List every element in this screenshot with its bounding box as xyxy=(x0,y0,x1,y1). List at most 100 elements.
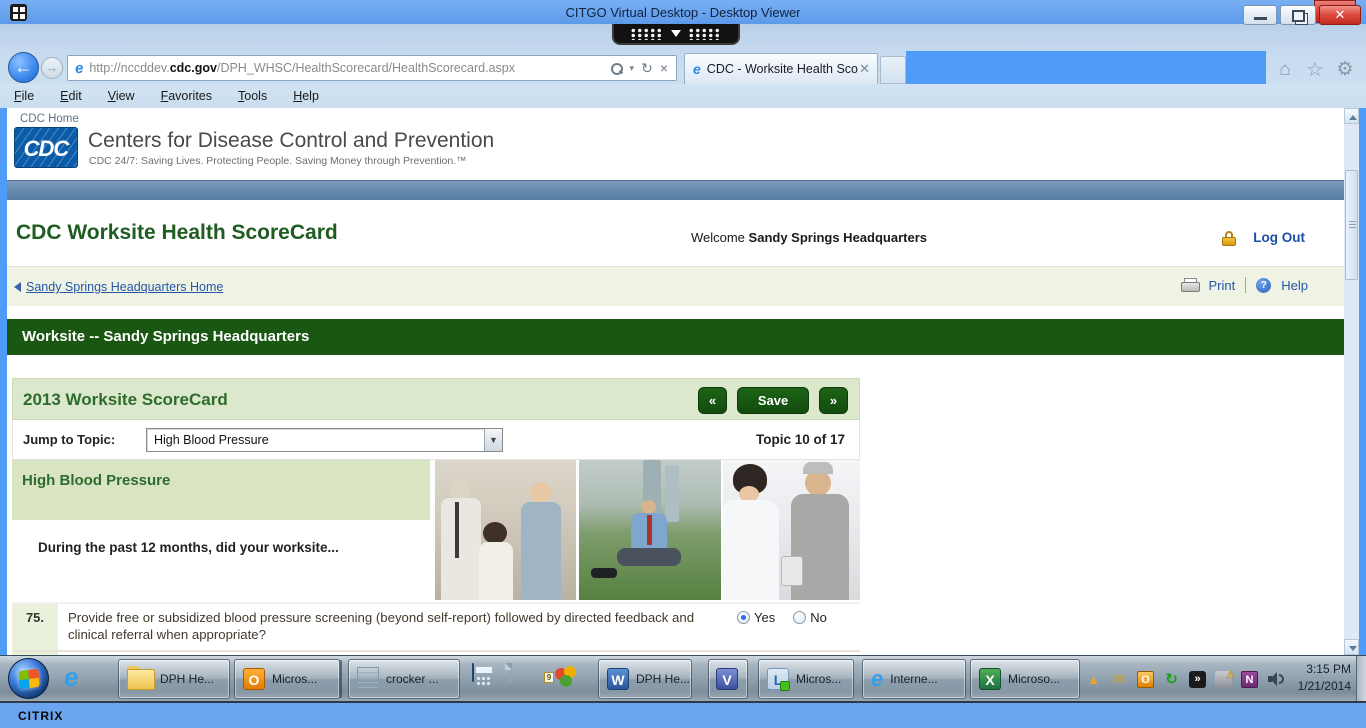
onenote-icon[interactable] xyxy=(1241,670,1258,688)
ie-launcher-icon[interactable]: e xyxy=(62,661,80,693)
photo-man-meditating xyxy=(579,460,721,600)
scrollbar-thumb[interactable] xyxy=(1345,170,1358,280)
taskbar-button-folder[interactable]: DPH He... xyxy=(118,659,230,699)
settings-gear-icon[interactable]: ⚙ xyxy=(1332,58,1358,82)
save-button[interactable]: Save xyxy=(737,387,809,414)
scroll-down-icon[interactable] xyxy=(1344,639,1359,655)
mail-icon[interactable] xyxy=(1111,671,1128,688)
windows-logo-icon xyxy=(18,668,40,690)
clock-time: 3:15 PM xyxy=(1306,662,1351,676)
warning-status-icon[interactable] xyxy=(1215,667,1235,688)
menu-file[interactable]: File xyxy=(14,89,34,103)
wireless-display-icon[interactable] xyxy=(1189,670,1206,688)
account-name: Sandy Springs Headquarters xyxy=(748,230,927,245)
document-icon[interactable] xyxy=(510,663,512,682)
help-icon[interactable] xyxy=(1256,277,1272,293)
show-hidden-icons-arrow[interactable] xyxy=(1085,671,1102,688)
sync-icon[interactable] xyxy=(1163,671,1180,688)
photo-nurse-elderly-man xyxy=(723,460,860,600)
search-icon[interactable] xyxy=(610,62,623,75)
question-answers: Yes No xyxy=(737,610,827,625)
visio-icon xyxy=(716,668,738,690)
header-divider-bar xyxy=(7,180,1344,200)
menu-edit[interactable]: Edit xyxy=(60,89,82,103)
taskbar-button-notepad[interactable]: crocker ... xyxy=(348,659,460,699)
topic-select-value: High Blood Pressure xyxy=(154,433,269,447)
breadcrumb[interactable]: Sandy Springs Headquarters Home xyxy=(14,280,223,294)
logout-link[interactable]: Log Out xyxy=(1253,230,1305,245)
app-window-icon xyxy=(10,4,27,21)
taskbar-button-visio[interactable] xyxy=(708,659,748,699)
back-button[interactable]: ← xyxy=(8,52,39,83)
refresh-icon[interactable]: ↻ xyxy=(641,60,653,77)
cdc-home-link[interactable]: CDC Home xyxy=(20,113,79,125)
ie-favicon: e xyxy=(74,59,85,77)
speaker-icon[interactable] xyxy=(1267,671,1284,688)
notepad-icon xyxy=(357,667,379,691)
tab-close-icon[interactable]: ✕ xyxy=(859,61,870,77)
taskbar-button-word[interactable]: DPH He... xyxy=(598,659,692,699)
address-bar[interactable]: e http://nccddev.cdc.gov/DPH_WHSC/Health… xyxy=(67,55,677,81)
ie-icon: e xyxy=(869,665,885,692)
tabstrip-background xyxy=(906,51,1266,84)
question-number: 75. xyxy=(12,604,58,650)
forward-button[interactable]: → xyxy=(41,57,63,79)
taskbar-button-lync[interactable]: Micros... xyxy=(758,659,854,699)
menu-bar: File Edit View Favorites Tools Help xyxy=(0,84,1366,108)
menu-view[interactable]: View xyxy=(108,89,135,103)
topic-select[interactable]: High Blood Pressure ▼ xyxy=(146,428,503,452)
browser-minimize-button[interactable] xyxy=(1243,5,1277,25)
citrix-logo: CITRIX xyxy=(18,709,64,723)
show-desktop-button[interactable] xyxy=(1356,656,1366,702)
welcome-row: Welcome Sandy Springs Headquarters Log O… xyxy=(7,230,1337,248)
print-help-group: Print Help xyxy=(1180,277,1308,293)
browser-close-button[interactable]: ✕ xyxy=(1319,5,1361,25)
printer-icon[interactable] xyxy=(1180,277,1200,293)
taskbar-button-outlook[interactable]: Micros... xyxy=(234,659,340,699)
new-tab-button[interactable] xyxy=(880,56,906,84)
jump-to-topic-label: Jump to Topic: xyxy=(23,432,116,447)
back-arrow-icon xyxy=(14,282,21,292)
favorites-star-icon[interactable]: ☆ xyxy=(1302,58,1328,82)
radio-no[interactable] xyxy=(793,611,807,624)
address-dropdown-icon[interactable]: ▾ xyxy=(630,63,635,74)
radio-yes[interactable] xyxy=(737,611,750,624)
cdc-logo[interactable]: CDC xyxy=(14,127,78,168)
menu-tools[interactable]: Tools xyxy=(238,89,267,103)
citrix-toolbar-notch[interactable] xyxy=(612,24,740,45)
scroll-up-icon[interactable] xyxy=(1344,108,1359,124)
tab-favicon-icon: e xyxy=(693,61,701,77)
tab-title: CDC - Worksite Health Sco... xyxy=(706,62,860,76)
start-button[interactable] xyxy=(8,658,49,699)
system-tray xyxy=(1085,656,1284,702)
next-topic-button[interactable]: » xyxy=(819,387,848,414)
outlook-tray-icon[interactable] xyxy=(1137,670,1154,688)
word-icon xyxy=(607,668,629,690)
divider xyxy=(1245,277,1247,293)
taskbar-button-ie[interactable]: e Interne... xyxy=(862,659,966,699)
calculator-icon[interactable] xyxy=(472,663,474,682)
menu-favorites[interactable]: Favorites xyxy=(161,89,212,103)
browser-restore-button[interactable] xyxy=(1280,5,1316,25)
menu-help[interactable]: Help xyxy=(293,89,319,103)
browser-tab[interactable]: e CDC - Worksite Health Sco... ✕ xyxy=(684,53,878,84)
breadcrumb-link[interactable]: Sandy Springs Headquarters Home xyxy=(26,280,223,294)
topic-section: High Blood Pressure During the past 12 m… xyxy=(12,460,860,600)
vertical-scrollbar[interactable] xyxy=(1344,108,1359,655)
taskbar-clock[interactable]: 3:15 PM 1/21/2014 xyxy=(1283,661,1351,695)
taskbar-button-excel[interactable]: Microso... xyxy=(970,659,1080,699)
print-link[interactable]: Print xyxy=(1209,278,1236,293)
select-dropdown-icon[interactable]: ▼ xyxy=(484,429,502,451)
previous-topic-button[interactable]: « xyxy=(698,387,727,414)
welcome-text: Welcome Sandy Springs Headquarters xyxy=(690,230,927,245)
window-border xyxy=(0,108,7,655)
clock-date: 1/21/2014 xyxy=(1297,679,1351,693)
answer-no[interactable]: No xyxy=(793,610,827,625)
answer-yes[interactable]: Yes xyxy=(737,610,775,625)
worksite-banner: Worksite -- Sandy Springs Headquarters xyxy=(7,319,1344,355)
home-icon[interactable]: ⌂ xyxy=(1272,58,1298,82)
lync-icon xyxy=(767,668,790,691)
help-link[interactable]: Help xyxy=(1281,278,1308,293)
stop-icon[interactable]: × xyxy=(660,60,668,76)
outlook-icon xyxy=(243,668,265,690)
